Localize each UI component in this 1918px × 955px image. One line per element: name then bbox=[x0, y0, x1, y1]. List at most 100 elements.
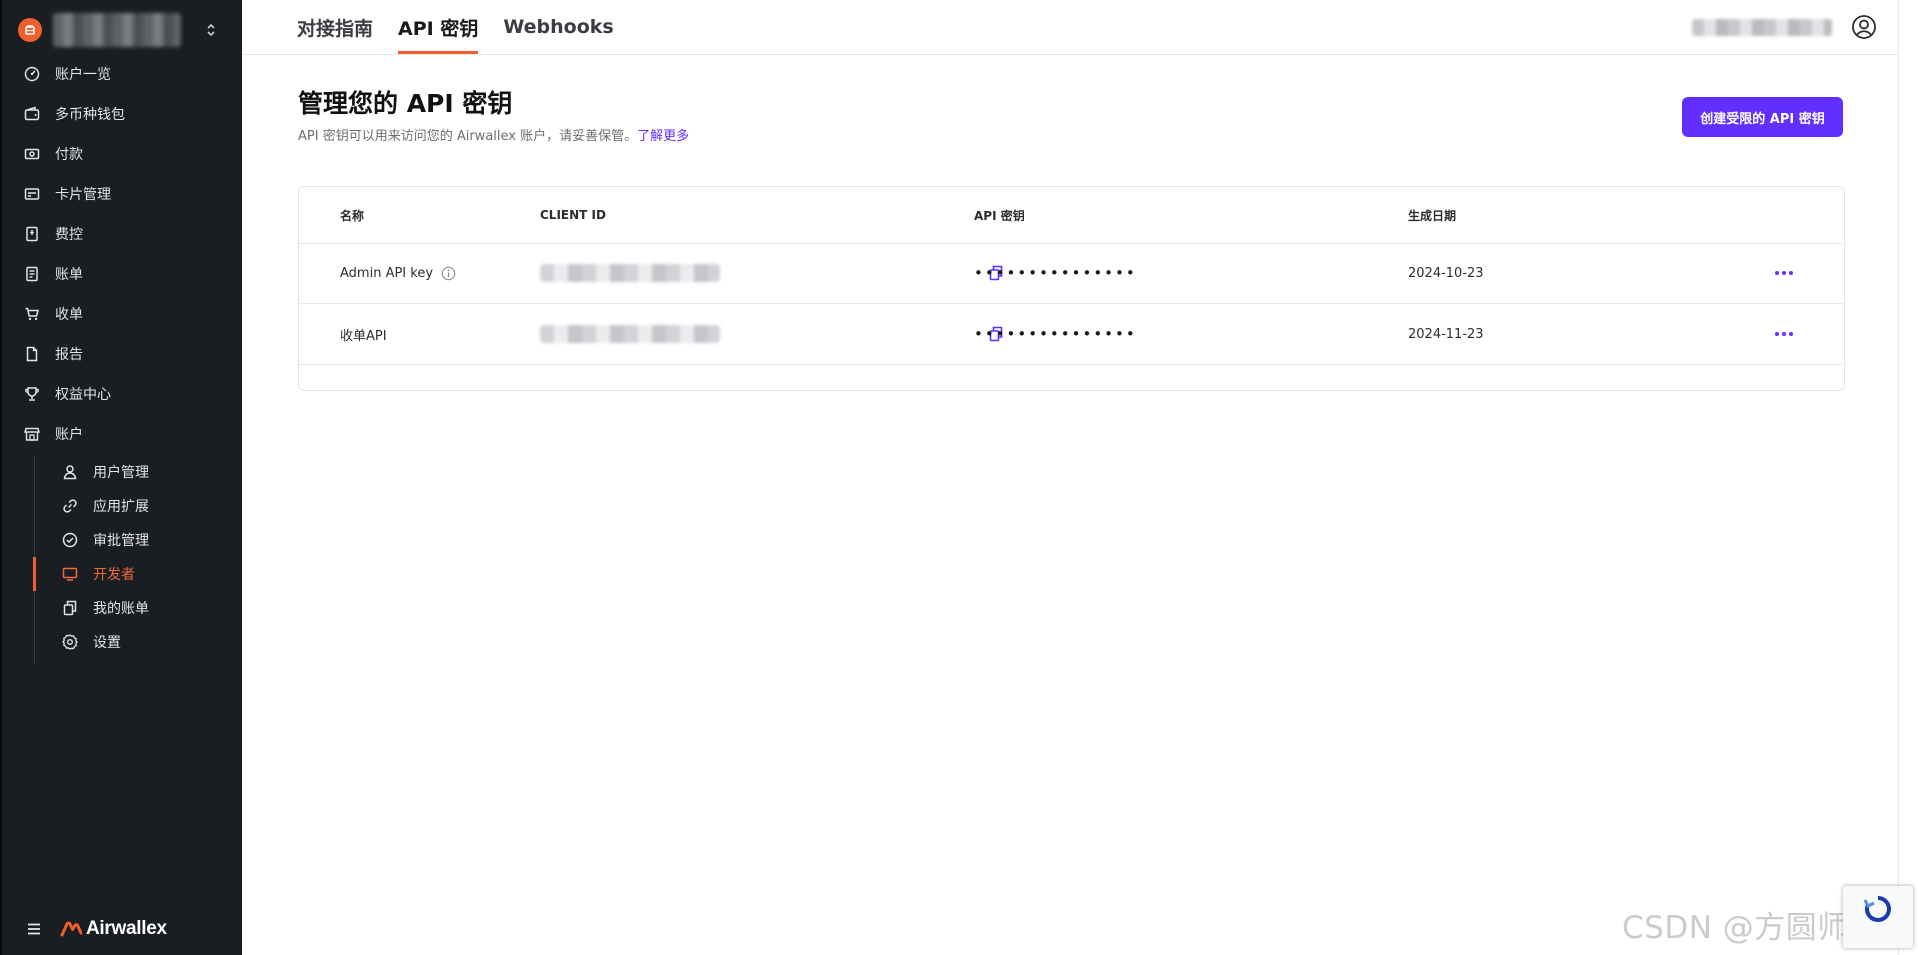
airwallex-logo-icon bbox=[60, 921, 82, 937]
card-icon bbox=[22, 184, 42, 204]
tab-bar: 对接指南 API 密钥 Webhooks bbox=[297, 0, 639, 54]
recaptcha-icon bbox=[1863, 896, 1891, 922]
api-key-cell: ••••••••••••••• bbox=[974, 304, 1137, 364]
user-email-redacted bbox=[1692, 19, 1832, 36]
sidebar-item-developer[interactable]: 开发者 bbox=[0, 557, 242, 591]
sidebar-subitem-label: 应用扩展 bbox=[93, 499, 149, 515]
info-icon[interactable] bbox=[441, 266, 456, 281]
tab-webhooks[interactable]: Webhooks bbox=[503, 0, 613, 54]
table-row: Admin API key ••••••••••••••• 2024-10-23 bbox=[299, 243, 1844, 304]
sidebar-item-label: 账户一览 bbox=[55, 67, 111, 83]
bill-icon bbox=[22, 264, 42, 284]
sidebar-item-cards[interactable]: 卡片管理 bbox=[0, 174, 242, 214]
report-icon bbox=[22, 344, 42, 364]
sidebar-item-settings[interactable]: 设置 bbox=[0, 625, 242, 659]
row-actions-cell bbox=[1769, 304, 1799, 364]
more-actions-icon[interactable] bbox=[1769, 326, 1799, 342]
sidebar-footer: Airwallex bbox=[24, 914, 167, 944]
row-actions-cell bbox=[1769, 243, 1799, 303]
sidebar-item-label: 账户 bbox=[55, 427, 83, 443]
header-api-key: API 密钥 bbox=[974, 208, 1025, 223]
sidebar-item-label: 权益中心 bbox=[55, 387, 111, 403]
sidebar-item-payments[interactable]: 付款 bbox=[0, 134, 242, 174]
sidebar-item-label: 付款 bbox=[55, 147, 83, 163]
main-nav: 账户一览 多币种钱包 付款 卡片管理 费控 账单 收单 报告 权益中心 账户 bbox=[0, 54, 242, 454]
masked-api-key: ••••••••••••••• bbox=[974, 325, 1137, 343]
dashboard-icon bbox=[22, 64, 42, 84]
learn-more-link[interactable]: 了解更多 bbox=[637, 129, 689, 144]
api-key-cell: ••••••••••••••• bbox=[974, 243, 1137, 303]
client-id-redacted bbox=[540, 264, 720, 282]
page-description: API 密钥可以用来访问您的 Airwallex 账户，请妥善保管。了解更多 bbox=[298, 125, 689, 144]
user-profile-icon[interactable] bbox=[1850, 13, 1878, 41]
client-id-cell bbox=[540, 243, 1003, 303]
sidebar-subitem-label: 开发者 bbox=[93, 567, 135, 583]
description-text: API 密钥可以用来访问您的 Airwallex 账户，请妥善保管。 bbox=[298, 129, 638, 144]
sidebar-item-account[interactable]: 账户 bbox=[0, 414, 242, 454]
sidebar-item-label: 多币种钱包 bbox=[55, 107, 125, 123]
client-id-cell bbox=[540, 304, 1003, 364]
sidebar-item-label: 卡片管理 bbox=[55, 187, 111, 203]
menu-icon[interactable] bbox=[24, 919, 44, 939]
sidebar-item-rewards[interactable]: 权益中心 bbox=[0, 374, 242, 414]
sidebar-item-my-bills[interactable]: 我的账单 bbox=[0, 591, 242, 625]
sidebar-subitem-label: 设置 bbox=[93, 635, 121, 651]
recaptcha-badge[interactable] bbox=[1843, 886, 1913, 948]
sidebar-item-bills[interactable]: 账单 bbox=[0, 254, 242, 294]
header-client-id: CLIENT ID bbox=[540, 208, 606, 222]
page-scrollbar[interactable] bbox=[1898, 0, 1918, 955]
key-name-cell: Admin API key bbox=[340, 243, 456, 303]
header-name: 名称 bbox=[340, 208, 365, 223]
gear-icon bbox=[60, 632, 80, 652]
table-header-row: 名称 CLIENT ID API 密钥 生成日期 bbox=[299, 187, 1844, 244]
store-icon bbox=[22, 424, 42, 444]
tab-api-keys[interactable]: API 密钥 bbox=[398, 0, 479, 54]
created-date-cell: 2024-11-23 bbox=[1408, 326, 1484, 342]
expense-icon bbox=[22, 224, 42, 244]
cart-icon bbox=[22, 304, 42, 324]
sidebar-subitem-label: 我的账单 bbox=[93, 601, 149, 617]
sidebar-item-label: 收单 bbox=[55, 307, 83, 323]
account-avatar-icon bbox=[18, 18, 42, 42]
wallet-icon bbox=[22, 104, 42, 124]
created-date-cell: 2024-10-23 bbox=[1408, 265, 1484, 281]
airwallex-logo: Airwallex bbox=[60, 918, 167, 940]
account-switcher[interactable] bbox=[18, 10, 222, 50]
key-name: Admin API key bbox=[340, 265, 434, 281]
sidebar-item-reports[interactable]: 报告 bbox=[0, 334, 242, 374]
sidebar-item-label: 费控 bbox=[55, 227, 83, 243]
create-restricted-api-key-button[interactable]: 创建受限的 API 密钥 bbox=[1682, 97, 1843, 137]
page-title: 管理您的 API 密钥 bbox=[298, 89, 513, 118]
sidebar-item-approvals[interactable]: 审批管理 bbox=[0, 523, 242, 557]
api-keys-table: 名称 CLIENT ID API 密钥 生成日期 Admin API key •… bbox=[298, 186, 1845, 391]
csdn-watermark: CSDN @方圆师兄 bbox=[1622, 910, 1881, 946]
sidebar: 账户一览 多币种钱包 付款 卡片管理 费控 账单 收单 报告 权益中心 账户 用… bbox=[0, 0, 242, 955]
client-id-redacted bbox=[540, 325, 720, 343]
key-name: 收单API bbox=[340, 328, 387, 344]
top-bar: 对接指南 API 密钥 Webhooks bbox=[242, 0, 1898, 55]
sidebar-item-acquiring[interactable]: 收单 bbox=[0, 294, 242, 334]
sidebar-item-user-management[interactable]: 用户管理 bbox=[0, 455, 242, 489]
sidebar-subitem-label: 用户管理 bbox=[93, 465, 149, 481]
header-created-date: 生成日期 bbox=[1408, 208, 1457, 223]
user-icon bbox=[60, 462, 80, 482]
monitor-icon bbox=[60, 564, 80, 584]
sidebar-item-label: 账单 bbox=[55, 267, 83, 283]
sidebar-item-wallet[interactable]: 多币种钱包 bbox=[0, 94, 242, 134]
check-circle-icon bbox=[60, 530, 80, 550]
key-name-cell: 收单API bbox=[340, 304, 387, 364]
sidebar-item-expense[interactable]: 费控 bbox=[0, 214, 242, 254]
copy-icon bbox=[60, 598, 80, 618]
link-icon bbox=[60, 496, 80, 516]
sidebar-item-label: 报告 bbox=[55, 347, 83, 363]
chevron-up-down-icon bbox=[206, 23, 216, 38]
account-subnav: 用户管理 应用扩展 审批管理 开发者 我的账单 设置 bbox=[0, 455, 242, 665]
tab-integration-guide[interactable]: 对接指南 bbox=[297, 0, 373, 54]
more-actions-icon[interactable] bbox=[1769, 265, 1799, 281]
account-name-redacted bbox=[53, 13, 181, 47]
sidebar-item-app-extensions[interactable]: 应用扩展 bbox=[0, 489, 242, 523]
subnav-active-indicator bbox=[33, 557, 36, 591]
sidebar-item-overview[interactable]: 账户一览 bbox=[0, 54, 242, 94]
trophy-icon bbox=[22, 384, 42, 404]
table-row: 收单API ••••••••••••••• 2024-11-23 bbox=[299, 304, 1844, 365]
